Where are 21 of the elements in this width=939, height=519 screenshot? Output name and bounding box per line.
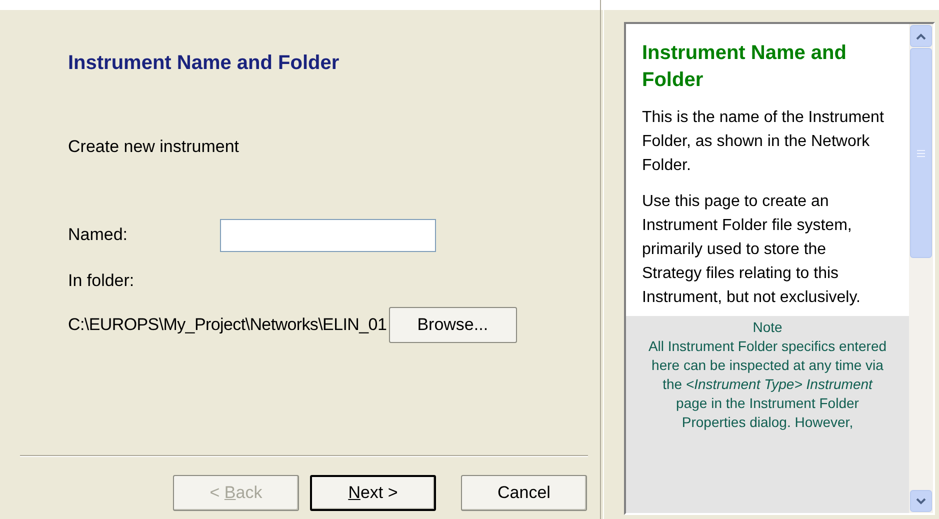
caret-up-icon — [916, 32, 926, 40]
help-paragraph: This is the name of the Instrument Folder, as shown in the Network Folder. — [642, 108, 885, 176]
help-paragraph: Use this page to create an Instrument Folder file system, primarily used to store the Strategy files relating to this Instrument, but not exclusively. — [642, 192, 862, 308]
scrollbar[interactable] — [909, 24, 933, 513]
note-text: All Instrument Folder specifics entered here can be inspected at any time via the <Instrument Type> Instrument page in the Instrument Folder Properties dialog. However, — [648, 337, 887, 432]
caret-down-icon — [916, 498, 926, 504]
wizard-button[interactable]: Next > — [310, 475, 436, 511]
scroll-up-button[interactable] — [910, 25, 932, 47]
note-title: Note — [752, 318, 784, 337]
browse-button[interactable]: Browse... — [388, 307, 517, 343]
scroll-thumb[interactable] — [910, 48, 932, 258]
scroll-down-button[interactable] — [910, 490, 932, 512]
folder-label: In folder: — [68, 270, 136, 292]
name-field[interactable] — [220, 218, 436, 252]
wizard-button[interactable]: Cancel — [461, 475, 587, 511]
page-title: Instrument Name and Folder — [68, 51, 340, 76]
page-subtitle: Create new instrument — [68, 136, 240, 158]
folder-path: C:\EUROPS\My_Project\Networks\ELIN_01 — [68, 314, 387, 336]
grip-icon — [917, 150, 925, 156]
help-title: Instrument Name and Folder — [642, 41, 848, 93]
name-label: Named: — [68, 224, 129, 246]
